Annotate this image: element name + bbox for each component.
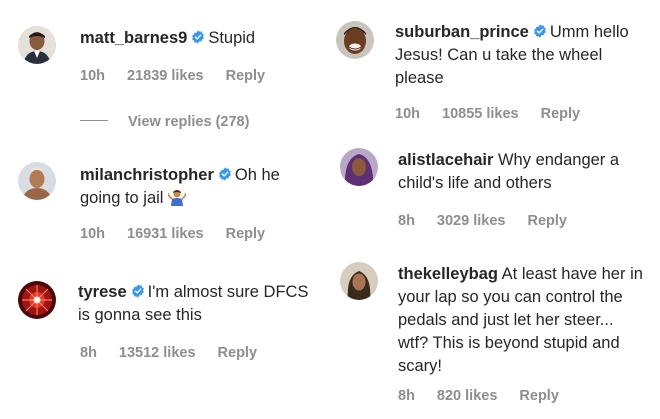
reply-button[interactable]: Reply: [541, 106, 581, 122]
comment-milanchristopher: milanchristopher Oh he going to jail 10h 1…: [0, 140, 320, 265]
comment-matt-barnes9: matt_barnes9 Stupid 10h 21839 likes Reply V…: [0, 0, 320, 140]
comment-meta: 10h 10855 likes Reply: [395, 106, 580, 122]
avatar[interactable]: [18, 281, 56, 319]
username[interactable]: suburban_prince: [395, 23, 529, 41]
like-count[interactable]: 21839 likes: [127, 68, 204, 84]
username[interactable]: milanchristopher: [80, 166, 214, 184]
reply-button[interactable]: Reply: [519, 388, 559, 404]
comment-time: 10h: [80, 68, 105, 84]
verified-badge-icon: [534, 24, 546, 38]
comment-meta: 8h 3029 likes Reply: [398, 213, 567, 229]
like-count[interactable]: 3029 likes: [437, 213, 506, 229]
comment-tyrese: tyrese I'm almost sure DFCS is gonna see …: [0, 265, 320, 419]
comment-time: 10h: [80, 226, 105, 242]
comment-text: Stupid: [208, 29, 256, 47]
username[interactable]: alistlacehair: [398, 151, 493, 169]
verified-badge-icon: [219, 167, 231, 181]
reply-button[interactable]: Reply: [226, 68, 266, 84]
reply-button[interactable]: Reply: [218, 345, 258, 361]
person-shrugging-emoji-icon: [168, 190, 187, 206]
comment-body: tyrese I'm almost sure DFCS is gonna see …: [78, 281, 313, 327]
avatar[interactable]: [336, 21, 374, 59]
reply-button[interactable]: Reply: [226, 226, 266, 242]
username[interactable]: tyrese: [78, 283, 127, 301]
comment-time: 8h: [80, 345, 97, 361]
username[interactable]: matt_barnes9: [80, 29, 187, 47]
comment-body: milanchristopher Oh he going to jail: [80, 164, 310, 210]
avatar[interactable]: [18, 162, 56, 200]
like-count[interactable]: 820 likes: [437, 388, 497, 404]
view-replies-button[interactable]: View replies (278): [80, 114, 249, 130]
reply-button[interactable]: Reply: [527, 213, 567, 229]
username[interactable]: thekelleybag: [398, 265, 498, 283]
comment-body: alistlacehair Why endanger a child's lif…: [398, 149, 653, 195]
comment-meta: 10h 21839 likes Reply: [80, 68, 265, 84]
comment-time: 10h: [395, 106, 420, 122]
comment-suburban-prince: suburban_prince Umm hello Jesus! Can u ta…: [320, 0, 660, 135]
like-count[interactable]: 13512 likes: [119, 345, 196, 361]
comment-meta: 8h 820 likes Reply: [398, 388, 559, 404]
verified-badge-icon: [192, 30, 205, 44]
comment-meta: 8h 13512 likes Reply: [80, 345, 257, 361]
comment-alistlacehair: alistlacehair Why endanger a child's lif…: [320, 135, 660, 247]
divider-line: [80, 120, 108, 121]
comment-thekelleybag: thekelleybag At least have her in your l…: [320, 247, 660, 419]
comment-time: 8h: [398, 213, 415, 229]
comment-body: matt_barnes9 Stupid: [80, 27, 310, 50]
comment-meta: 10h 16931 likes Reply: [80, 226, 265, 242]
verified-badge-icon: [131, 284, 144, 298]
comment-body: suburban_prince Umm hello Jesus! Can u ta…: [395, 21, 650, 90]
like-count[interactable]: 10855 likes: [442, 106, 519, 122]
comment-body: thekelleybag At least have her in your l…: [398, 263, 648, 378]
like-count[interactable]: 16931 likes: [127, 226, 204, 242]
view-replies-label[interactable]: View replies (278): [128, 114, 249, 130]
avatar[interactable]: [340, 262, 378, 300]
comment-time: 8h: [398, 388, 415, 404]
avatar[interactable]: [340, 148, 378, 186]
avatar[interactable]: [18, 26, 56, 64]
